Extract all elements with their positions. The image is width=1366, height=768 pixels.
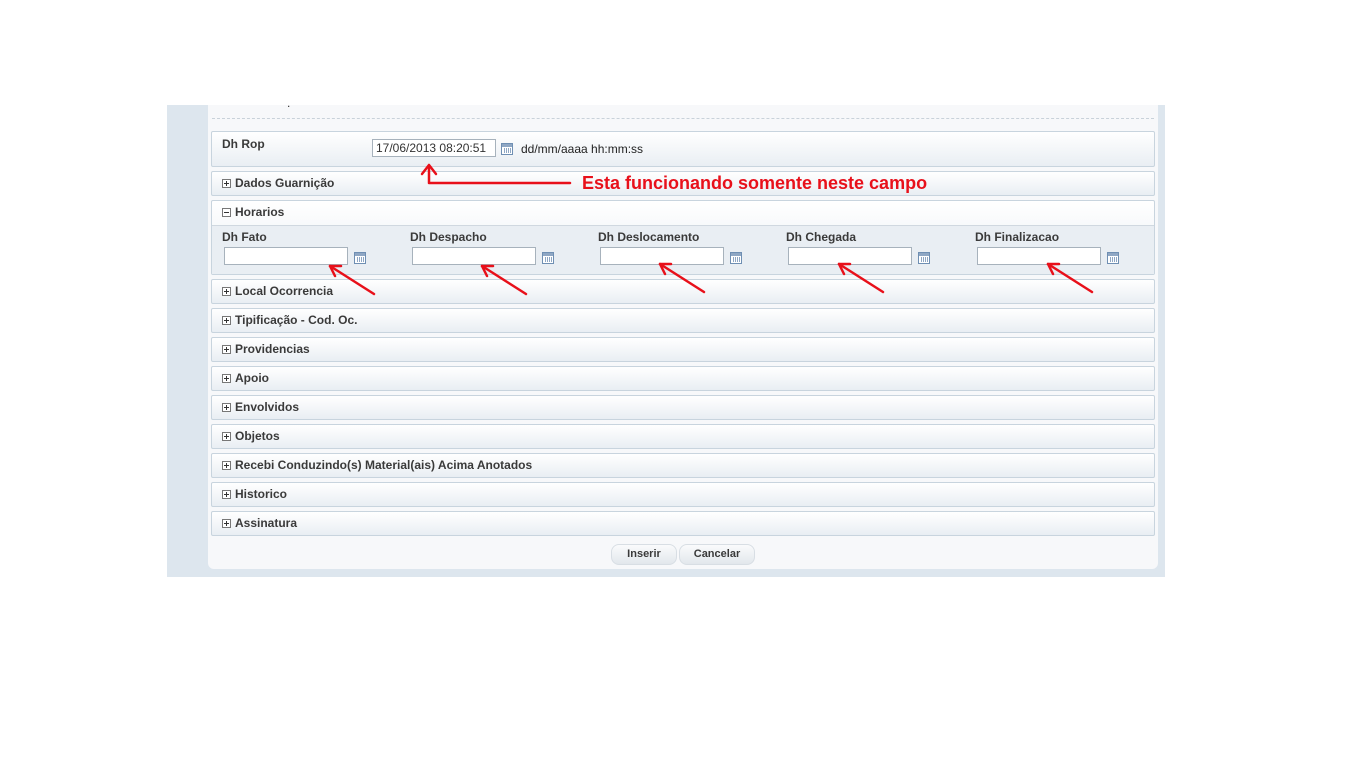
arrow-to-dh-deslocamento: [658, 262, 706, 294]
arrow-to-dh-chegada: [837, 262, 885, 294]
arrow-to-dh-rop: [427, 164, 572, 185]
arrow-to-dh-fato: [328, 264, 376, 296]
annotation-arrows: [328, 163, 1094, 296]
arrow-to-dh-despacho: [480, 264, 528, 296]
arrow-to-dh-finalizacao: [1046, 262, 1094, 294]
